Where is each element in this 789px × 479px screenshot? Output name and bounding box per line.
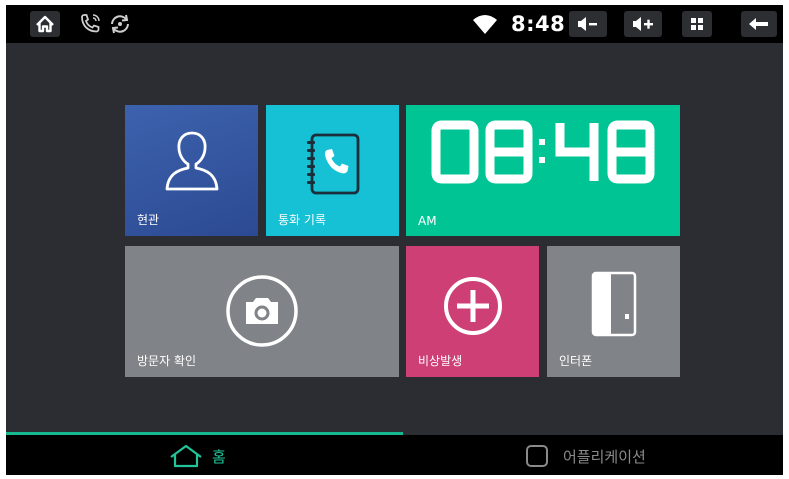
tile-clock[interactable]: AM xyxy=(406,105,680,236)
status-clock: 8:48 xyxy=(511,12,566,36)
back-icon xyxy=(749,18,768,30)
volume-up-icon xyxy=(633,17,653,31)
tile-emergency[interactable]: 비상발생 xyxy=(406,246,539,377)
camera-icon xyxy=(226,275,298,347)
volume-down-icon xyxy=(578,17,597,31)
tile-intercom-label: 인터폰 xyxy=(559,354,593,368)
volume-down-button[interactable] xyxy=(569,11,607,37)
tile-visitor-label: 방문자 확인 xyxy=(137,354,197,368)
wifi-icon xyxy=(473,15,497,34)
tile-visitor[interactable]: 방문자 확인 xyxy=(125,246,399,377)
apps-square-icon xyxy=(526,445,548,467)
tile-call-log-label: 통화 기록 xyxy=(278,213,326,227)
call-icon xyxy=(81,14,100,33)
tile-call-log[interactable]: 통화 기록 xyxy=(266,105,399,236)
nav-apps-label: 어플리케이션 xyxy=(563,448,646,466)
person-icon xyxy=(165,131,219,191)
status-bar: 8:48 xyxy=(6,5,783,43)
home-outline-icon xyxy=(170,444,202,468)
digital-clock xyxy=(431,120,655,184)
home-button[interactable] xyxy=(30,11,60,37)
tile-intercom[interactable]: 인터폰 xyxy=(547,246,680,377)
phone-book-icon xyxy=(307,133,360,195)
home-icon xyxy=(36,15,54,33)
back-button[interactable] xyxy=(741,11,777,37)
sync-icon xyxy=(111,14,129,34)
nav-home[interactable]: 홈 xyxy=(6,435,394,475)
clock-period: AM xyxy=(418,214,437,228)
intercom-icon xyxy=(591,271,637,337)
tile-hyeongwan-label: 현관 xyxy=(137,213,160,227)
volume-up-button[interactable] xyxy=(624,11,662,37)
plus-circle-icon xyxy=(444,277,502,335)
tile-emergency-label: 비상발생 xyxy=(418,354,463,368)
apps-button[interactable] xyxy=(682,11,712,37)
apps-icon xyxy=(691,18,703,30)
screen: 8:48 현관 통화 기록 AM 방문자 확인 비상발생 인터폰 홈 어플리케이… xyxy=(6,5,783,475)
nav-home-label: 홈 xyxy=(212,448,226,466)
tile-hyeongwan[interactable]: 현관 xyxy=(125,105,258,236)
bottom-nav: 홈 어플리케이션 xyxy=(6,435,783,475)
nav-apps[interactable]: 어플리케이션 xyxy=(394,435,783,475)
